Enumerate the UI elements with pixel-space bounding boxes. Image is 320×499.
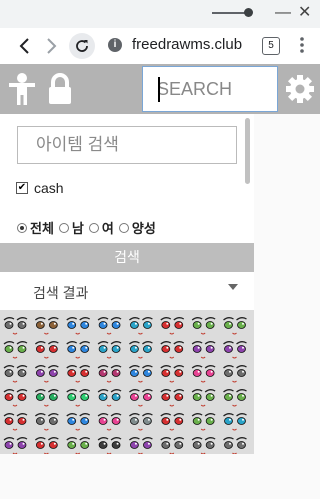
result-item[interactable] — [66, 365, 91, 383]
browser-toolbar: i freedrawms.club 5 — [0, 28, 320, 65]
result-item[interactable] — [160, 365, 185, 383]
address-bar[interactable]: freedrawms.club — [132, 36, 256, 53]
reload-icon[interactable] — [69, 33, 95, 59]
radio-male-label: 남 — [71, 221, 84, 236]
result-item[interactable] — [97, 341, 122, 359]
result-item[interactable] — [129, 389, 153, 407]
result-dropdown[interactable]: 검색 결과 — [0, 272, 254, 310]
character-icon[interactable] — [5, 72, 39, 106]
result-item[interactable] — [223, 437, 247, 454]
item-search-input[interactable]: 아이템 검색 — [17, 126, 237, 164]
result-item[interactable] — [97, 413, 122, 431]
result-item[interactable] — [97, 437, 122, 454]
chevron-down-icon — [228, 284, 238, 290]
result-item[interactable] — [223, 413, 247, 431]
result-item[interactable] — [66, 317, 91, 335]
result-item[interactable] — [66, 389, 91, 407]
text-caret — [158, 77, 160, 102]
result-item[interactable] — [191, 317, 216, 335]
radio-male[interactable] — [58, 222, 69, 233]
radio-all-label: 전체 — [30, 221, 54, 236]
result-item[interactable] — [34, 413, 59, 431]
lock-icon[interactable] — [43, 72, 77, 106]
result-item[interactable] — [66, 413, 91, 431]
result-label: 검색 결과 — [33, 285, 89, 301]
search-button[interactable]: 검색 — [0, 243, 254, 272]
result-grid-canvas — [3, 317, 247, 454]
gear-icon[interactable] — [283, 72, 317, 106]
result-item[interactable] — [191, 437, 216, 454]
result-item[interactable] — [160, 341, 185, 359]
result-item[interactable] — [97, 317, 122, 335]
gender-radio-group: 전체 남 여 양성 — [15, 218, 159, 237]
result-item[interactable] — [160, 317, 185, 335]
result-item[interactable] — [3, 389, 28, 407]
search-input[interactable]: SEARCH — [142, 66, 278, 112]
result-item[interactable] — [3, 413, 28, 431]
result-item[interactable] — [34, 437, 59, 454]
tab-count-badge[interactable]: 5 — [262, 37, 280, 55]
result-item[interactable] — [160, 413, 185, 431]
result-item[interactable] — [129, 365, 153, 383]
result-item[interactable] — [3, 437, 28, 454]
result-item[interactable] — [160, 389, 185, 407]
result-item[interactable] — [129, 317, 153, 335]
cash-label: cash — [34, 180, 64, 196]
result-grid — [0, 310, 254, 454]
page-right-area — [254, 114, 320, 499]
result-item[interactable] — [34, 317, 59, 335]
info-icon[interactable]: i — [108, 38, 122, 52]
search-placeholder: SEARCH — [157, 79, 233, 99]
result-item[interactable] — [191, 365, 216, 383]
result-item[interactable] — [3, 341, 28, 359]
panel-scrollbar[interactable] — [245, 118, 250, 184]
cash-filter[interactable]: ✔ cash — [16, 180, 64, 196]
result-item[interactable] — [191, 413, 216, 431]
result-item[interactable] — [160, 437, 185, 454]
result-item[interactable] — [34, 365, 59, 383]
zoom-slider-knob[interactable] — [244, 8, 253, 17]
window-title-bar: — ✕ — [0, 0, 320, 28]
result-item[interactable] — [223, 389, 247, 407]
menu-dots-icon[interactable] — [292, 36, 312, 54]
forward-arrow-icon[interactable] — [40, 34, 64, 58]
result-item[interactable] — [223, 341, 247, 359]
result-item[interactable] — [66, 437, 91, 454]
radio-both-label: 양성 — [131, 221, 156, 236]
result-item[interactable] — [223, 365, 247, 383]
result-item[interactable] — [129, 437, 153, 454]
result-item[interactable] — [97, 389, 122, 407]
radio-female[interactable] — [88, 222, 99, 233]
result-item[interactable] — [191, 389, 216, 407]
radio-female-label: 여 — [101, 221, 114, 236]
radio-both[interactable] — [118, 222, 129, 233]
result-item[interactable] — [129, 413, 153, 431]
result-item[interactable] — [66, 341, 91, 359]
radio-all[interactable] — [17, 222, 27, 233]
result-item[interactable] — [34, 389, 59, 407]
back-arrow-icon[interactable] — [12, 34, 36, 58]
close-icon[interactable]: ✕ — [298, 4, 311, 22]
result-item[interactable] — [3, 365, 28, 383]
result-item[interactable] — [34, 341, 59, 359]
cash-checkbox[interactable]: ✔ — [16, 182, 28, 194]
minimize-icon[interactable]: — — [275, 4, 291, 22]
result-item[interactable] — [97, 365, 122, 383]
result-item[interactable] — [3, 317, 28, 335]
result-item[interactable] — [223, 317, 247, 335]
page-bottom-area — [0, 454, 254, 499]
result-item[interactable] — [191, 341, 216, 359]
result-item[interactable] — [129, 341, 153, 359]
